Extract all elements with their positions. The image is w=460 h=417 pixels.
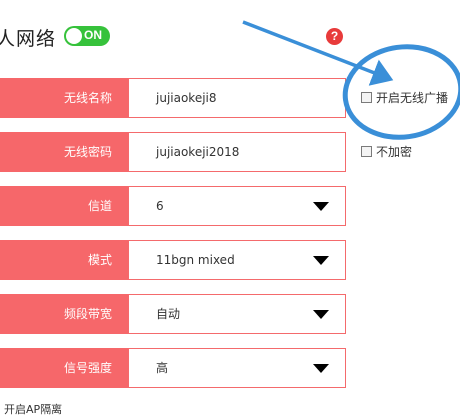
ap-isolation-label: 开启AP隔离 [4, 403, 63, 416]
mode-value: 11bgn mixed [156, 253, 235, 267]
ssid-value: jujiaokeji8 [156, 91, 217, 105]
no-encrypt-label: 不加密 [376, 145, 413, 159]
signal-label: 信号强度 [0, 348, 128, 388]
password-label: 无线密码 [0, 132, 128, 172]
help-icon[interactable]: ? [326, 28, 343, 45]
mode-row: 模式 11bgn mixed [0, 240, 348, 280]
signal-row: 信号强度 高 [0, 348, 348, 388]
password-value: jujiaokeji2018 [156, 145, 240, 159]
ssid-row: 无线名称 jujiaokeji8 [0, 78, 348, 118]
password-row: 无线密码 jujiaokeji2018 [0, 132, 348, 172]
no-encrypt-checkbox[interactable] [361, 146, 372, 157]
ssid-label: 无线名称 [0, 78, 128, 118]
password-input[interactable]: jujiaokeji2018 [128, 132, 346, 172]
bandwidth-value: 自动 [156, 307, 181, 321]
channel-value: 6 [156, 199, 164, 213]
channel-select[interactable]: 6 [128, 186, 346, 226]
mode-select[interactable]: 11bgn mixed [128, 240, 346, 280]
channel-row: 信道 6 [0, 186, 348, 226]
page-title: 人网络 [0, 28, 57, 50]
broadcast-checkbox[interactable] [361, 92, 372, 103]
bandwidth-select[interactable]: 自动 [128, 294, 346, 334]
network-toggle[interactable]: ON [64, 26, 110, 46]
broadcast-option[interactable]: 开启无线广播 [361, 90, 448, 106]
toggle-knob [66, 28, 82, 44]
bandwidth-label: 频段带宽 [0, 294, 128, 334]
chevron-down-icon [313, 310, 329, 319]
channel-label: 信道 [0, 186, 128, 226]
no-encrypt-option[interactable]: 不加密 [361, 144, 412, 160]
chevron-down-icon [313, 202, 329, 211]
mode-label: 模式 [0, 240, 128, 280]
chevron-down-icon [313, 256, 329, 265]
signal-select[interactable]: 高 [128, 348, 346, 388]
chevron-down-icon [313, 364, 329, 373]
bandwidth-row: 频段带宽 自动 [0, 294, 348, 334]
toggle-label: ON [84, 28, 102, 42]
broadcast-label: 开启无线广播 [376, 91, 449, 105]
ssid-input[interactable]: jujiaokeji8 [128, 78, 346, 118]
annotation-arrow [242, 20, 394, 86]
signal-value: 高 [156, 361, 169, 375]
